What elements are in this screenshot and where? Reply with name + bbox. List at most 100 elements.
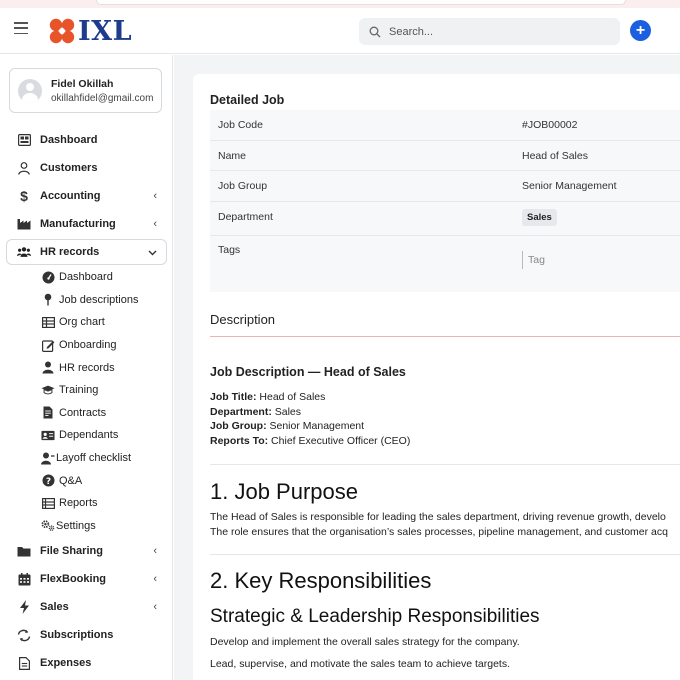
pin-icon: [41, 293, 55, 306]
user-card[interactable]: Fidel Okillah okillahfidel@gmail.com: [9, 68, 162, 113]
user-icon: [41, 361, 55, 374]
sidebar-subitem-reports[interactable]: Reports: [41, 492, 173, 515]
sidebar-subitem-settings[interactable]: Settings: [41, 515, 173, 538]
chevron-left-icon: ‹: [153, 190, 157, 202]
sidebar-item-hr-records[interactable]: HR records: [6, 239, 167, 265]
user-remove-icon: [41, 452, 55, 465]
user-name: Fidel Okillah: [51, 77, 114, 90]
divider: [210, 464, 680, 465]
search-input[interactable]: [389, 25, 589, 38]
tachometer-icon: [41, 271, 55, 284]
question-icon: ?: [41, 474, 55, 487]
heading-key-responsibilities: 2. Key Responsibilities: [210, 568, 432, 593]
sidebar-subitem-hr-records[interactable]: HR records: [41, 356, 173, 379]
table-row: Name Head of Sales: [210, 141, 680, 171]
svg-text:?: ?: [45, 477, 50, 487]
sidebar: Fidel Okillah okillahfidel@gmail.com Das…: [0, 55, 173, 680]
table-row: Tags: [210, 236, 680, 292]
job-card: Detailed Job Job Code #JOB00002 Name Hea…: [193, 74, 680, 680]
sidebar-subitem-dependants[interactable]: Dependants: [41, 424, 173, 447]
sidebar-subitem-layoff-checklist[interactable]: Layoff checklist: [41, 447, 173, 470]
chevron-down-icon: [148, 247, 157, 259]
avatar: [18, 78, 42, 103]
paragraph: The role ensures that the organisation’s…: [210, 526, 668, 538]
sidebar-item-manufacturing[interactable]: Manufacturing ‹: [0, 210, 173, 238]
chevron-left-icon: ‹: [153, 545, 157, 558]
description-heading: Description: [210, 312, 276, 327]
sidebar-item-file-sharing[interactable]: File Sharing ‹: [0, 537, 173, 565]
field-value: #JOB00002: [522, 119, 578, 131]
sidebar-item-customers[interactable]: Customers: [0, 154, 173, 182]
calendar-icon: [17, 572, 31, 586]
jd-title: Job Description — Head of Sales: [210, 365, 406, 379]
sidebar-item-dashboard[interactable]: Dashboard: [0, 126, 173, 154]
dashboard-icon: [17, 133, 31, 147]
section-title: Detailed Job: [210, 93, 285, 107]
paragraph: Develop and implement the overall sales …: [210, 636, 520, 648]
brand-logo[interactable]: IXL: [48, 15, 132, 47]
cogs-icon: [41, 519, 55, 532]
department-badge: Sales: [522, 208, 557, 226]
logo-flower-icon: [49, 18, 75, 44]
sidebar-item-subscriptions[interactable]: Subscriptions: [0, 621, 173, 649]
table-row: Job Code #JOB00002: [210, 110, 680, 141]
list-icon: [41, 497, 55, 510]
table-row: Job Group Senior Management: [210, 171, 680, 202]
jd-meta: Job Title: Head of Sales Department: Sal…: [210, 390, 680, 448]
users-icon: [17, 245, 31, 259]
document-icon: [17, 656, 31, 670]
file-contract-icon: [41, 406, 55, 419]
chevron-left-icon: ‹: [153, 601, 157, 614]
meta-line: Job Group: Senior Management: [210, 420, 365, 432]
field-value: Senior Management: [522, 180, 617, 192]
refresh-icon: [17, 628, 31, 642]
tags-input[interactable]: [522, 250, 672, 269]
sidebar-subitem-contracts[interactable]: Contracts: [41, 402, 173, 425]
search-box[interactable]: [359, 18, 620, 45]
field-label: Job Code: [218, 119, 263, 131]
chevron-left-icon: ‹: [153, 218, 157, 230]
sidebar-subitem-training[interactable]: Training: [41, 379, 173, 402]
bolt-icon: [17, 600, 31, 615]
dollar-icon: $: [20, 188, 28, 204]
paragraph: Lead, supervise, and motivate the sales …: [210, 658, 511, 670]
sidebar-subitem-qa[interactable]: ? Q&A: [41, 469, 173, 492]
browser-tab-strip: [0, 0, 680, 8]
job-details-table: Job Code #JOB00002 Name Head of Sales Jo…: [210, 110, 680, 292]
sidebar-item-accounting[interactable]: $ Accounting ‹: [0, 182, 173, 210]
heading-strategic: Strategic & Leadership Responsibilities: [210, 606, 540, 627]
field-label: Department: [218, 210, 273, 223]
sidebar-subitem-dashboard[interactable]: Dashboard: [41, 266, 173, 289]
hr-submenu: Dashboard Job descriptions Org chart Onb…: [0, 266, 173, 537]
field-label: Tags: [218, 243, 241, 256]
divider: [210, 336, 680, 337]
field-label: Name: [218, 149, 247, 162]
field-label: Job Group: [218, 180, 268, 192]
logo-text: IXL: [78, 15, 133, 47]
add-button[interactable]: +: [630, 20, 651, 41]
sidebar-item-flexbooking[interactable]: FlexBooking ‹: [0, 565, 173, 593]
heading-job-purpose: 1. Job Purpose: [210, 479, 358, 504]
factory-icon: [17, 217, 31, 231]
user-email: okillahfidel@gmail.com: [51, 92, 154, 104]
sidebar-subitem-org-chart[interactable]: Org chart: [41, 311, 173, 334]
edit-icon: [41, 339, 55, 352]
sidebar-subitem-onboarding[interactable]: Onboarding: [41, 334, 173, 357]
menu-toggle-icon[interactable]: [14, 22, 28, 34]
graduation-cap-icon: [41, 384, 55, 397]
table-row: Department Sales: [210, 202, 680, 236]
person-icon: [17, 161, 31, 175]
meta-line: Department: Sales: [210, 405, 302, 418]
main-content: Detailed Job Job Code #JOB00002 Name Hea…: [174, 55, 680, 680]
description-body: Job Description — Head of Sales Job Titl…: [210, 365, 680, 672]
divider: [210, 554, 680, 555]
sidebar-item-sales[interactable]: Sales ‹: [0, 593, 173, 621]
sidebar-subitem-job-descriptions[interactable]: Job descriptions: [41, 289, 173, 312]
table-icon: [41, 316, 55, 329]
browser-tab: [96, 0, 626, 5]
meta-line: Job Title: Head of Sales: [210, 391, 326, 403]
field-value: Head of Sales: [522, 149, 588, 162]
id-card-icon: [41, 429, 55, 442]
sidebar-item-expenses[interactable]: Expenses: [0, 649, 173, 677]
search-icon: [369, 26, 381, 37]
